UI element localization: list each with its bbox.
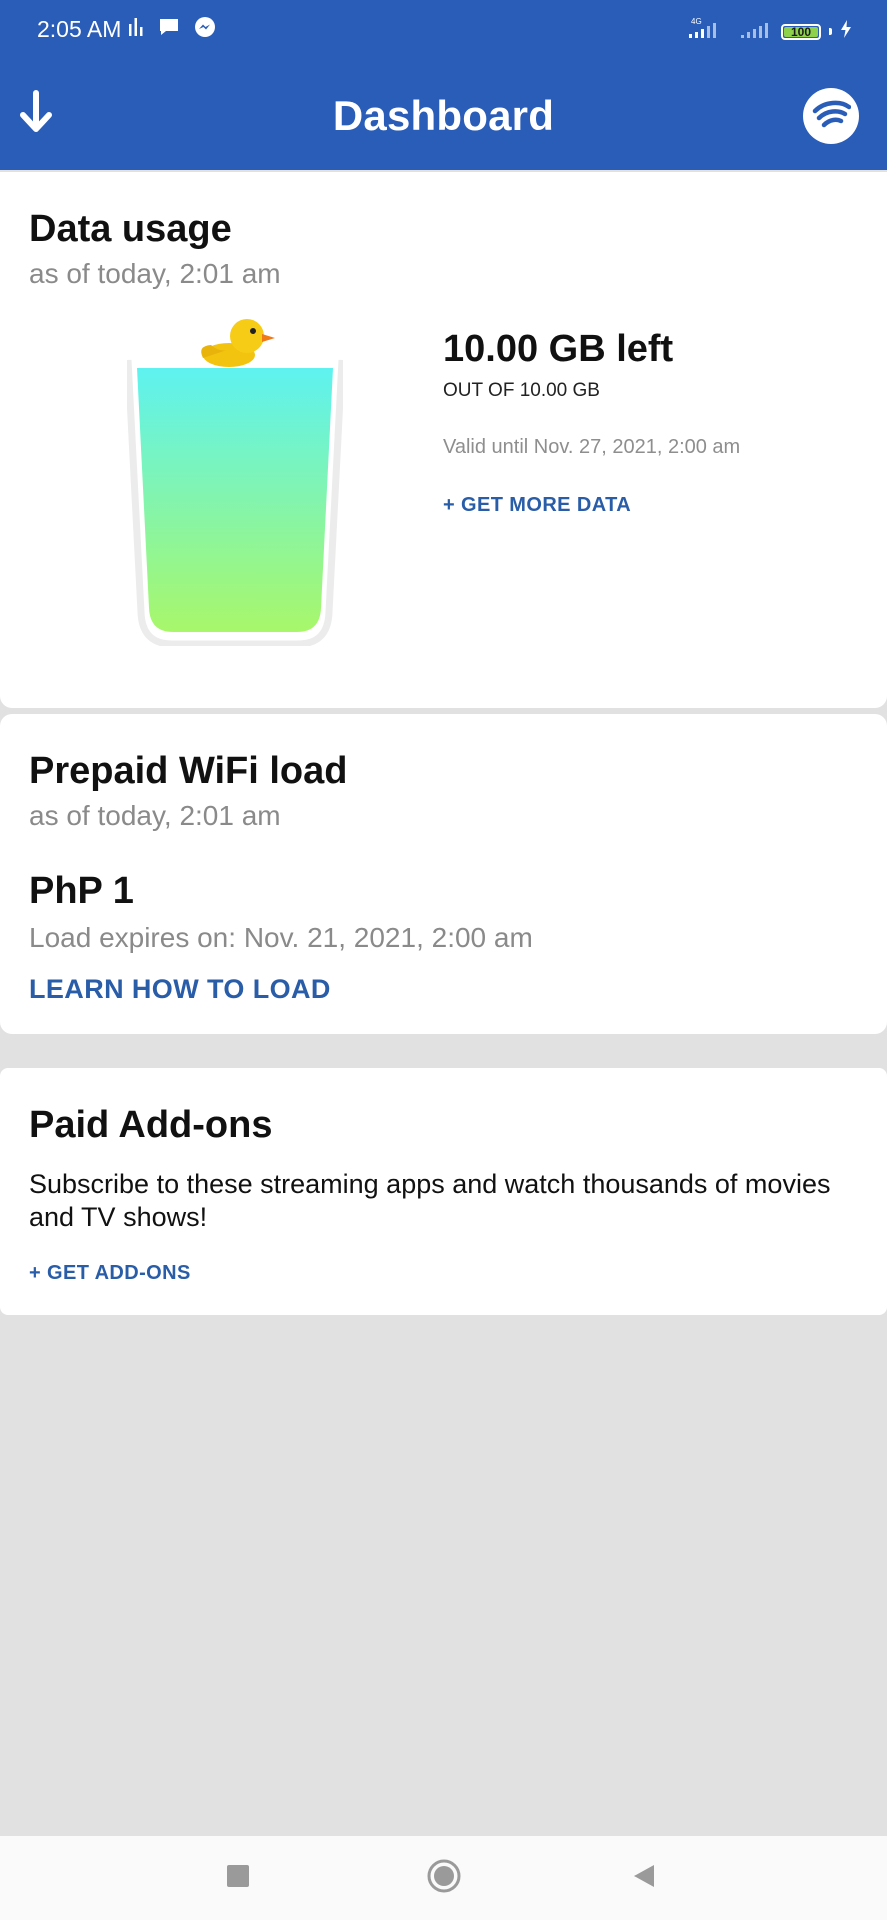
data-total: OUT OF 10.00 GB bbox=[443, 380, 600, 401]
status-time: 2:05 AM bbox=[37, 16, 122, 42]
status-notification-icons bbox=[128, 16, 216, 43]
sound-bars-icon bbox=[128, 16, 144, 43]
page-title: Dashboard bbox=[332, 92, 555, 139]
battery-level: 100 bbox=[790, 24, 812, 39]
data-usage-title: Data usage bbox=[29, 208, 232, 250]
get-more-data-link[interactable]: + GET MORE DATA bbox=[443, 494, 631, 517]
data-usage-card: Data usage as of today, 2:01 am 10.00 GB… bbox=[0, 172, 887, 708]
battery-icon: 100 bbox=[781, 23, 821, 40]
charging-bolt-icon bbox=[840, 19, 852, 44]
liquid-fill bbox=[137, 368, 333, 632]
app-header: Dashboard bbox=[0, 62, 887, 170]
data-remaining: 10.00 GB left bbox=[443, 328, 674, 370]
data-usage-timestamp: as of today, 2:01 am bbox=[29, 258, 281, 289]
status-bar: 2:05 AM 4G 100 bbox=[0, 0, 887, 62]
signal-4g-icon: 4G bbox=[687, 16, 731, 47]
system-navigation-bar bbox=[0, 1836, 887, 1920]
data-glass-graphic bbox=[124, 312, 346, 648]
triangle-back-icon bbox=[630, 1862, 658, 1895]
prepaid-load-card: Prepaid WiFi load as of today, 2:01 am P… bbox=[0, 714, 887, 1034]
wifi-logo-button[interactable] bbox=[803, 88, 859, 144]
learn-how-to-load-link[interactable]: LEARN HOW TO LOAD bbox=[29, 974, 331, 1005]
wifi-logo-icon bbox=[811, 97, 852, 136]
circle-icon bbox=[426, 1858, 462, 1899]
get-addons-link[interactable]: + GET ADD-ONS bbox=[29, 1262, 191, 1285]
paid-addons-title: Paid Add-ons bbox=[29, 1104, 273, 1146]
messenger-icon bbox=[194, 16, 216, 43]
data-valid-until: Valid until Nov. 27, 2021, 2:00 am bbox=[443, 436, 741, 458]
load-amount: PhP 1 bbox=[29, 870, 134, 912]
load-expiry: Load expires on: Nov. 21, 2021, 2:00 am bbox=[29, 922, 533, 953]
prepaid-load-title: Prepaid WiFi load bbox=[29, 750, 348, 792]
square-icon bbox=[225, 1863, 251, 1894]
recents-button[interactable] bbox=[216, 1856, 260, 1900]
network-type-label: 4G bbox=[691, 17, 702, 26]
back-button[interactable] bbox=[622, 1856, 666, 1900]
top-bar: 2:05 AM 4G 100 Dashboard bbox=[0, 0, 887, 170]
message-icon bbox=[158, 17, 180, 42]
status-system-icons: 4G 100 bbox=[687, 16, 852, 47]
rubber-duck-icon bbox=[201, 319, 275, 367]
signal-icon bbox=[739, 16, 773, 47]
paid-addons-description: Subscribe to these streaming apps and wa… bbox=[29, 1169, 831, 1232]
prepaid-load-timestamp: as of today, 2:01 am bbox=[29, 800, 281, 831]
paid-addons-card: Paid Add-ons Subscribe to these streamin… bbox=[0, 1068, 887, 1315]
home-button[interactable] bbox=[422, 1856, 466, 1900]
